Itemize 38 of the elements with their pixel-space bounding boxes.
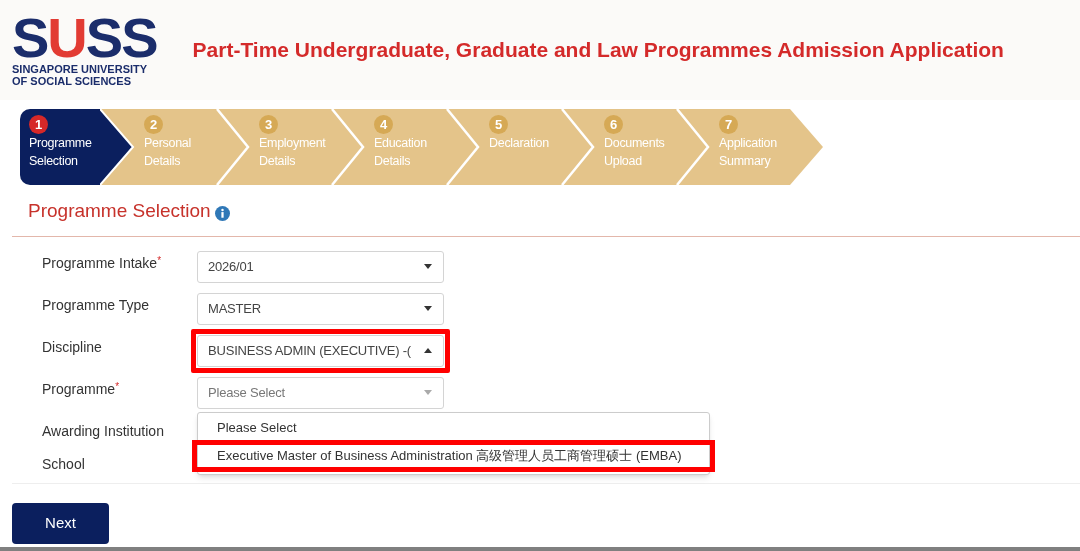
dropdown-option[interactable]: Executive Master of Business Administration 高级管理人员工商管理硕士 (EMBA) xyxy=(192,440,715,472)
step-label: Programme xyxy=(29,135,93,152)
step-label: Upload xyxy=(604,153,643,170)
step-number: 7 xyxy=(719,115,738,134)
select-field[interactable]: MASTER xyxy=(197,292,444,325)
step-label: Summary xyxy=(719,153,772,170)
step-label: Selection xyxy=(29,153,79,170)
step-label: Details xyxy=(144,153,182,170)
field-label: Programme* xyxy=(41,379,121,399)
field-label: School xyxy=(41,454,86,474)
select-field[interactable]: 2026/01 xyxy=(197,250,444,283)
dropdown-option[interactable]: Please Select xyxy=(198,414,709,440)
select-field[interactable]: BUSINESS ADMIN (EXECUTIVE) -( xyxy=(197,334,444,367)
field-label: Awarding Institution xyxy=(41,421,165,441)
step-label: Application xyxy=(719,135,778,152)
required-mark: * xyxy=(157,254,162,266)
field-label: Programme Intake* xyxy=(41,253,163,273)
step-label: Education xyxy=(374,135,428,152)
step-number: 1 xyxy=(29,115,48,134)
step-number: 4 xyxy=(374,115,393,134)
step-label: Personal xyxy=(144,135,192,152)
section-title: Programme Selection xyxy=(28,199,211,223)
field-label: Programme Type xyxy=(41,295,151,315)
step-label: Details xyxy=(259,153,297,170)
page-title: Part-Time Undergraduate, Graduate and Law Programmes Admission Application xyxy=(192,37,1004,64)
next-button[interactable]: Next xyxy=(12,502,109,544)
step-label: Details xyxy=(374,153,412,170)
step-number: 5 xyxy=(489,115,508,134)
step-label: Declaration xyxy=(489,135,550,152)
select-field[interactable]: Please Select xyxy=(197,376,444,409)
step-number: 6 xyxy=(604,115,623,134)
required-mark: * xyxy=(115,380,120,392)
step-number: 2 xyxy=(144,115,163,134)
step-number: 3 xyxy=(259,115,278,134)
step-label: Employment xyxy=(259,135,327,152)
step-label: Documents xyxy=(604,135,666,152)
logo: SUSS SINGAPORE UNIVERSITY OF SOCIAL SCIENCES xyxy=(12,13,157,87)
field-label: Discipline xyxy=(41,337,103,357)
